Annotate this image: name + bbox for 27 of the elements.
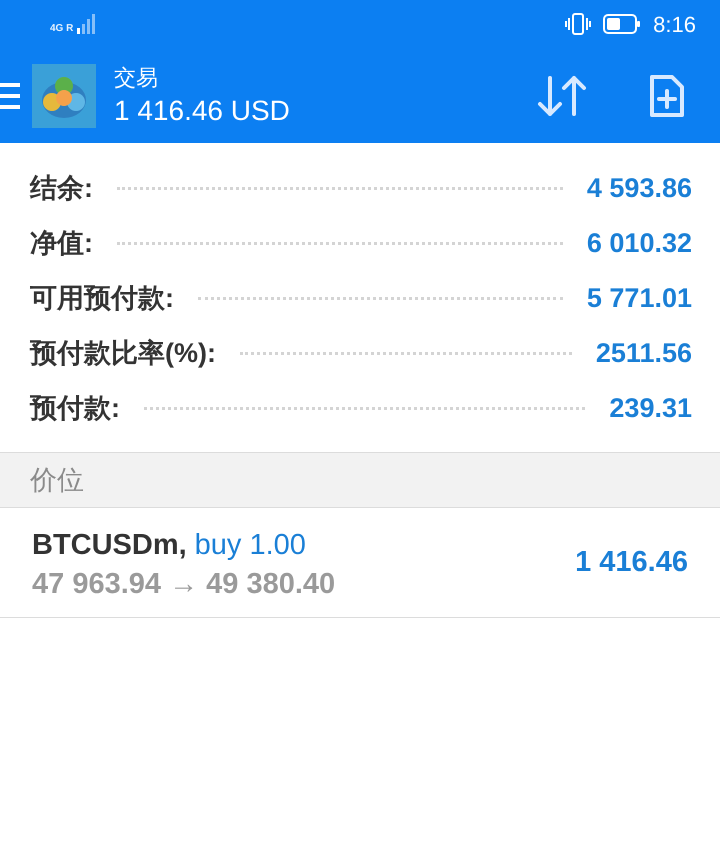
summary-label: 预付款:	[30, 392, 120, 426]
summary-value: 239.31	[609, 392, 692, 426]
sort-icon[interactable]	[536, 74, 588, 118]
summary-label: 预付款比率(%):	[30, 337, 216, 370]
position-symbol: BTCUSDm,	[32, 528, 187, 563]
position-order: buy 1.00	[194, 528, 306, 563]
position-prices: 47 963.94 → 49 380.40	[32, 567, 336, 602]
battery-icon	[603, 14, 642, 34]
clock-time: 8:16	[653, 10, 696, 38]
summary-label: 结余:	[30, 172, 93, 206]
screen-title: 交易	[114, 64, 159, 92]
summary-label: 可用预付款:	[30, 282, 174, 316]
vibrate-icon	[565, 12, 592, 36]
app-logo-icon	[32, 64, 96, 128]
summary-value: 2511.56	[596, 337, 692, 370]
signal-icon	[77, 14, 96, 34]
new-document-icon[interactable]	[648, 72, 686, 118]
account-balance: 1 416.46 USD	[114, 94, 290, 128]
position-profit: 1 416.46	[575, 544, 688, 580]
summary-value: 5 771.01	[586, 282, 692, 316]
menu-icon[interactable]	[0, 80, 20, 110]
section-title: 价位	[30, 464, 84, 497]
summary-value: 4 593.86	[586, 172, 692, 206]
network-indicator: 4G R	[50, 24, 74, 34]
position-row[interactable]: BTCUSDm, buy 1.00 47 963.94 → 49 380.40 1 416.46	[0, 508, 720, 618]
summary-value: 6 010.32	[586, 227, 692, 260]
summary-label: 净值:	[30, 227, 93, 260]
